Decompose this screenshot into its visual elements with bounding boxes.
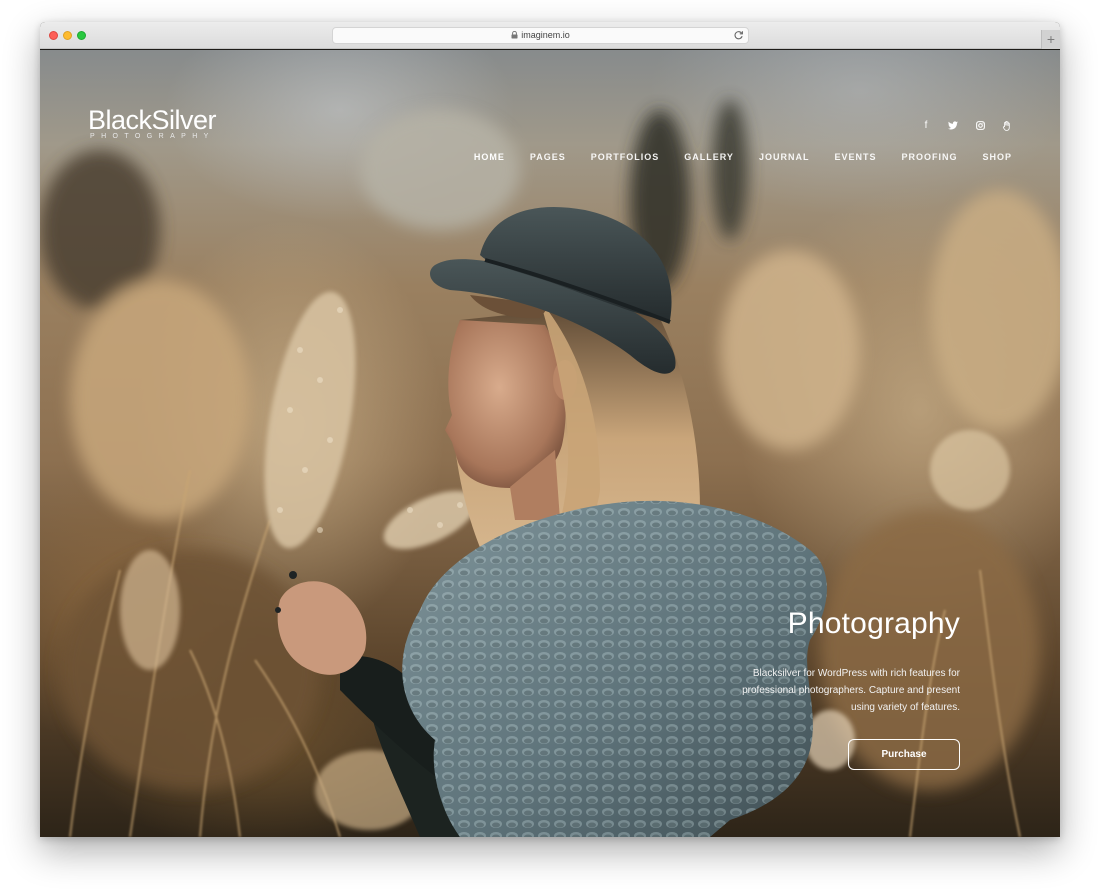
hero-title: Photography — [787, 607, 960, 640]
instagram-icon[interactable] — [975, 121, 985, 134]
minimize-window-button[interactable] — [63, 31, 72, 40]
nav-pages[interactable]: PAGES — [530, 152, 566, 162]
nav-gallery[interactable]: GALLERY — [684, 152, 734, 162]
reload-icon[interactable] — [733, 30, 744, 41]
browser-window: imaginem.io + BlackSilver PHOTOGRAPHY f … — [40, 22, 1060, 837]
main-navigation: HOME PAGES PORTFOLIOS GALLERY JOURNAL EV… — [474, 152, 1012, 162]
maximize-window-button[interactable] — [77, 31, 86, 40]
nav-portfolios[interactable]: PORTFOLIOS — [591, 152, 660, 162]
facebook-icon[interactable]: f — [921, 121, 931, 134]
hero-description: Blacksilver for WordPress with rich feat… — [742, 668, 960, 713]
browser-toolbar: imaginem.io + — [40, 22, 1060, 49]
new-tab-button[interactable]: + — [1041, 30, 1060, 49]
logo-main-text: BlackSilver — [88, 105, 217, 135]
logo-sub-text: PHOTOGRAPHY — [90, 133, 215, 140]
close-window-button[interactable] — [49, 31, 58, 40]
hero-caption: Photography Blacksilver for WordPress wi… — [730, 605, 960, 770]
site-logo[interactable]: BlackSilver PHOTOGRAPHY — [88, 105, 217, 140]
purchase-button[interactable]: Purchase — [848, 739, 960, 770]
nav-proofing[interactable]: PROOFING — [901, 152, 957, 162]
url-text: imaginem.io — [521, 30, 570, 40]
social-links: f — [921, 121, 1012, 134]
nav-home[interactable]: HOME — [474, 152, 505, 162]
hero-section: BlackSilver PHOTOGRAPHY f HOME PAGES POR… — [40, 50, 1060, 837]
twitter-icon[interactable] — [948, 121, 958, 134]
hand-icon[interactable] — [1002, 121, 1012, 134]
nav-journal[interactable]: JOURNAL — [759, 152, 810, 162]
lock-icon — [511, 29, 518, 44]
nav-events[interactable]: EVENTS — [834, 152, 876, 162]
nav-shop[interactable]: SHOP — [982, 152, 1012, 162]
address-bar[interactable]: imaginem.io — [332, 27, 749, 44]
